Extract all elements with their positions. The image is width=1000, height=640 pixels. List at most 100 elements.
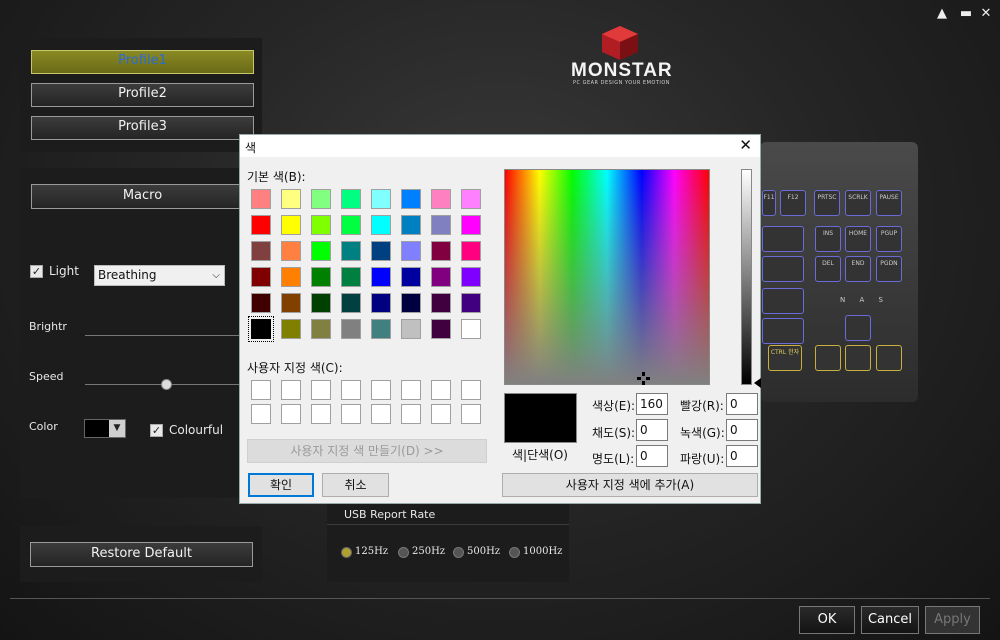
basic-color-swatch[interactable] xyxy=(248,316,274,342)
minimize-icon[interactable]: ▬ xyxy=(958,6,974,22)
basic-color-swatch[interactable] xyxy=(371,189,391,209)
key[interactable]: F12 xyxy=(780,190,806,216)
key[interactable]: PRTSC xyxy=(814,190,840,216)
custom-color-swatch[interactable] xyxy=(311,404,331,424)
profile3-button[interactable]: Profile3 xyxy=(31,116,254,140)
basic-color-swatch[interactable] xyxy=(311,215,331,235)
basic-color-swatch[interactable] xyxy=(341,215,361,235)
restore-default-button[interactable]: Restore Default xyxy=(30,542,253,567)
custom-color-swatch[interactable] xyxy=(341,404,361,424)
speed-slider-thumb[interactable] xyxy=(161,379,172,390)
apply-button[interactable]: Apply xyxy=(925,606,980,634)
custom-color-swatch[interactable] xyxy=(311,380,331,400)
basic-color-swatch[interactable] xyxy=(251,241,271,261)
radio-250hz[interactable] xyxy=(398,547,409,558)
key-enter[interactable] xyxy=(762,288,804,314)
key-arrow-down[interactable] xyxy=(845,345,871,371)
basic-color-swatch[interactable] xyxy=(401,267,421,287)
basic-color-swatch[interactable] xyxy=(341,241,361,261)
profile2-button[interactable]: Profile2 xyxy=(31,83,254,107)
custom-color-swatch[interactable] xyxy=(251,380,271,400)
basic-color-swatch[interactable] xyxy=(251,293,271,313)
basic-color-swatch[interactable] xyxy=(401,215,421,235)
basic-color-swatch[interactable] xyxy=(251,215,271,235)
basic-color-swatch[interactable] xyxy=(281,319,301,339)
green-field[interactable]: 0 xyxy=(726,419,758,441)
custom-color-swatch[interactable] xyxy=(461,404,481,424)
luminance-arrow-icon[interactable] xyxy=(754,378,761,388)
cancel-button[interactable]: Cancel xyxy=(861,606,919,634)
key-arrow-right[interactable] xyxy=(876,345,902,371)
basic-color-swatch[interactable] xyxy=(281,241,301,261)
basic-color-swatch[interactable] xyxy=(371,241,391,261)
basic-color-swatch[interactable] xyxy=(281,189,301,209)
key-backslash[interactable] xyxy=(762,256,804,282)
radio-125hz[interactable] xyxy=(341,547,352,558)
basic-color-swatch[interactable] xyxy=(311,241,331,261)
radio-500hz[interactable] xyxy=(453,547,464,558)
custom-color-swatch[interactable] xyxy=(371,380,391,400)
custom-color-swatch[interactable] xyxy=(281,404,301,424)
key-arrow-up[interactable] xyxy=(845,315,871,341)
luminance-field[interactable]: 0 xyxy=(636,445,668,467)
brightness-slider[interactable] xyxy=(85,335,239,336)
basic-color-swatch[interactable] xyxy=(311,189,331,209)
basic-color-swatch[interactable] xyxy=(281,293,301,313)
basic-color-swatch[interactable] xyxy=(431,319,451,339)
basic-color-swatch[interactable] xyxy=(431,189,451,209)
key[interactable]: INS xyxy=(815,226,841,252)
basic-color-swatch[interactable] xyxy=(341,293,361,313)
basic-color-swatch[interactable] xyxy=(461,189,481,209)
light-mode-dropdown[interactable]: Breathing ⌵ xyxy=(94,265,225,286)
key[interactable]: END xyxy=(845,256,871,282)
custom-color-swatch[interactable] xyxy=(461,380,481,400)
key[interactable]: PGUP xyxy=(876,226,902,252)
radio-1000hz[interactable] xyxy=(509,547,520,558)
key[interactable]: CTRL 한자 xyxy=(768,345,802,371)
red-field[interactable]: 0 xyxy=(726,393,758,415)
custom-color-swatch[interactable] xyxy=(251,404,271,424)
basic-color-swatch[interactable] xyxy=(341,267,361,287)
basic-color-swatch[interactable] xyxy=(401,319,421,339)
basic-color-swatch[interactable] xyxy=(251,189,271,209)
add-to-custom-colors-button[interactable]: 사용자 지정 색에 추가(A) xyxy=(502,473,758,497)
basic-color-swatch[interactable] xyxy=(371,319,391,339)
key-arrow-left[interactable] xyxy=(815,345,841,371)
basic-color-swatch[interactable] xyxy=(371,267,391,287)
basic-color-swatch[interactable] xyxy=(461,293,481,313)
dialog-cancel-button[interactable]: 취소 xyxy=(322,473,389,497)
key[interactable]: F11 xyxy=(762,190,776,216)
key[interactable]: PAUSE xyxy=(876,190,902,216)
macro-button[interactable]: Macro xyxy=(31,184,254,209)
custom-color-swatch[interactable] xyxy=(401,404,421,424)
profile1-button[interactable]: Profile1 xyxy=(31,50,254,74)
custom-color-swatch[interactable] xyxy=(341,380,361,400)
basic-color-swatch[interactable] xyxy=(401,189,421,209)
blue-field[interactable]: 0 xyxy=(726,445,758,467)
key-shift[interactable] xyxy=(762,318,804,344)
custom-color-swatch[interactable] xyxy=(401,380,421,400)
key-backspace[interactable] xyxy=(762,226,804,252)
basic-color-swatch[interactable] xyxy=(461,241,481,261)
basic-color-swatch[interactable] xyxy=(281,215,301,235)
light-checkbox[interactable]: ✓ xyxy=(30,265,43,278)
key[interactable]: PGDN xyxy=(876,256,902,282)
hue-field[interactable]: 160 xyxy=(636,393,668,415)
basic-color-swatch[interactable] xyxy=(431,267,451,287)
basic-color-swatch[interactable] xyxy=(431,215,451,235)
custom-color-swatch[interactable] xyxy=(371,404,391,424)
basic-color-swatch[interactable] xyxy=(461,215,481,235)
minimize-to-tray-icon[interactable]: ▲ xyxy=(934,6,950,22)
ok-button[interactable]: OK xyxy=(799,606,855,634)
saturation-field[interactable]: 0 xyxy=(636,419,668,441)
color-spectrum[interactable] xyxy=(504,169,710,385)
define-custom-colors-button[interactable]: 사용자 지정 색 만들기(D) >> xyxy=(247,439,487,463)
key[interactable]: HOME xyxy=(845,226,871,252)
basic-color-swatch[interactable] xyxy=(311,293,331,313)
basic-color-swatch[interactable] xyxy=(371,293,391,313)
basic-color-swatch[interactable] xyxy=(311,319,331,339)
dialog-close-icon[interactable]: ✕ xyxy=(739,136,752,154)
basic-color-swatch[interactable] xyxy=(461,267,481,287)
basic-color-swatch[interactable] xyxy=(251,267,271,287)
basic-color-swatch[interactable] xyxy=(281,267,301,287)
